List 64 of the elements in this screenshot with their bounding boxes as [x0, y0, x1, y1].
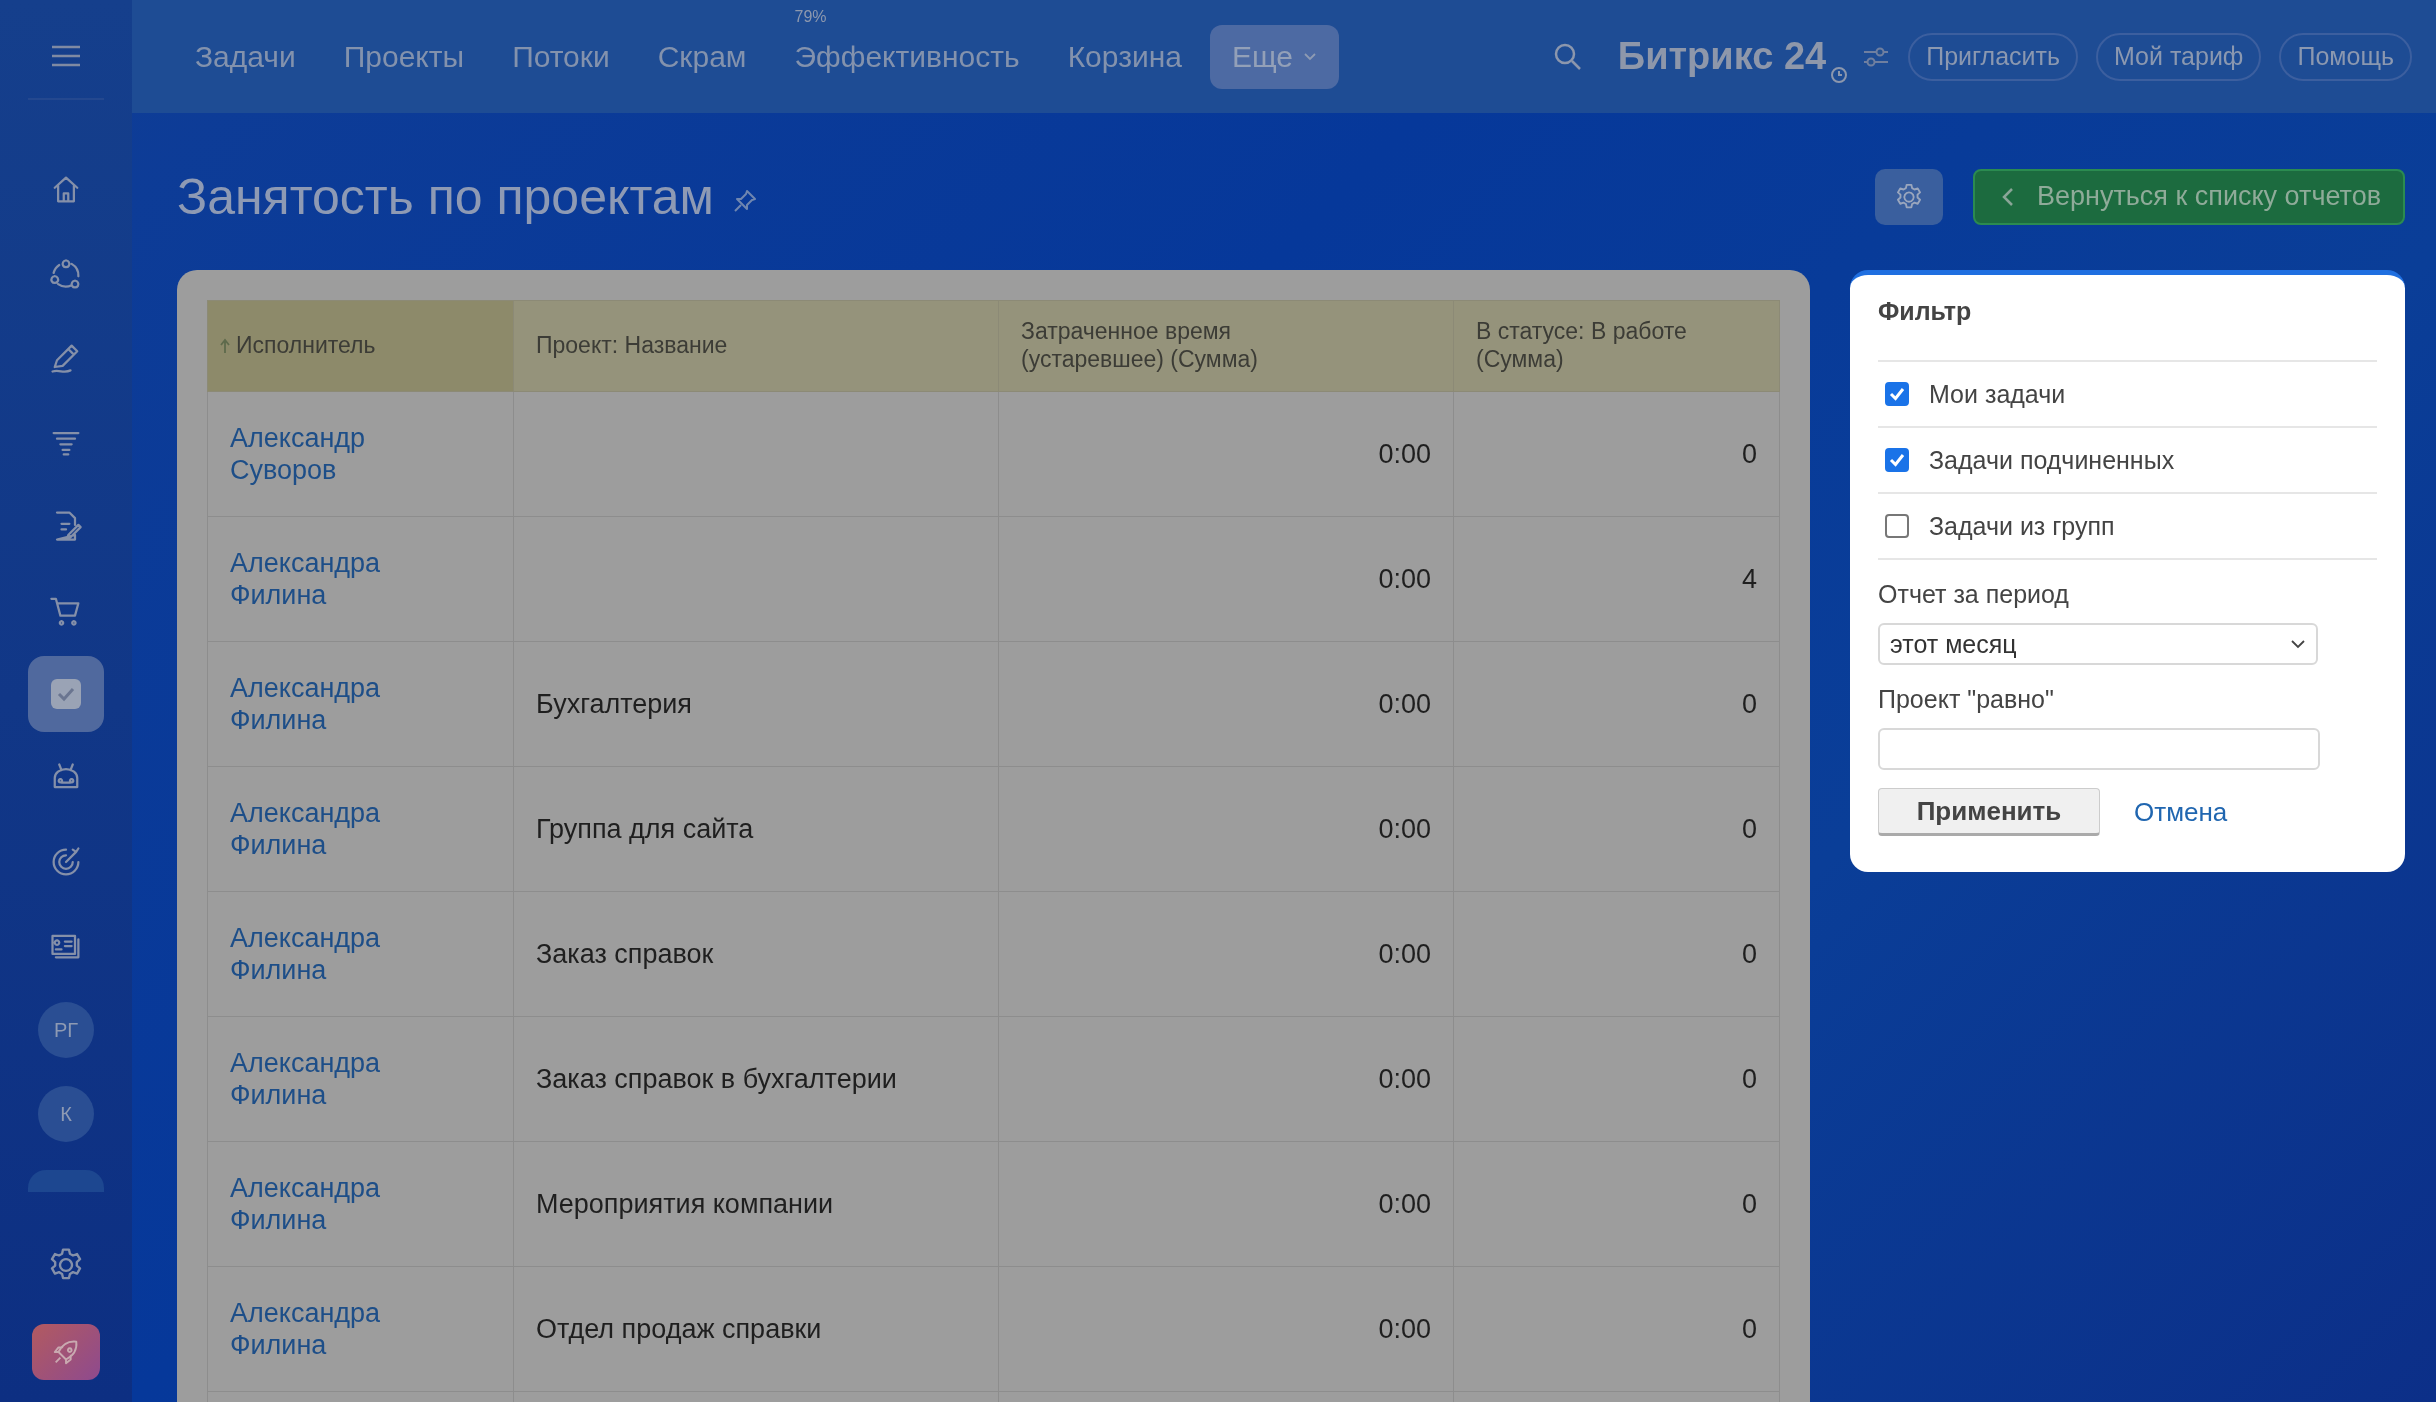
project-name: Бухгалтерия [536, 688, 692, 719]
count-value: 4 [1741, 563, 1757, 594]
menu-icon[interactable] [50, 44, 82, 68]
project-name: Заказ справок [536, 938, 714, 969]
apply-button[interactable]: Применить [1878, 788, 2100, 836]
logo: Битрикс 24 [1617, 35, 1827, 78]
project-name: Мероприятия компании [536, 1188, 834, 1219]
more-menu-button[interactable]: Еще [1209, 24, 1339, 89]
column-header[interactable]: Затраченное время (устаревшее) (Сумма) [998, 300, 1454, 392]
nav-tab[interactable]: Корзина [1067, 39, 1182, 74]
checkbox-label[interactable]: Мои задачи [1929, 379, 2066, 409]
project-name: Группа для сайта [536, 813, 754, 844]
chevron-down-icon [1302, 51, 1317, 62]
column-header[interactable]: Исполнитель [207, 300, 514, 392]
filter-title: Фильтр [1878, 297, 1973, 326]
checkbox-label[interactable]: Задачи из групп [1929, 511, 2115, 541]
back-button[interactable]: Вернуться к списку отчетов [1972, 168, 2405, 225]
project-name: Отдел продаж справки [536, 1313, 822, 1344]
time-value: 0:00 [1378, 688, 1431, 719]
project-input[interactable] [1878, 728, 2320, 770]
checkbox-icon [49, 677, 83, 711]
settings-button[interactable] [1874, 168, 1943, 225]
count-value: 0 [1741, 438, 1757, 469]
rocket-button[interactable] [32, 1324, 100, 1380]
column-header[interactable]: Проект: Название [513, 300, 999, 392]
nav-counter: 79% [794, 7, 827, 26]
tasks-nav-item[interactable] [28, 656, 104, 732]
time-value: 0:00 [1378, 563, 1431, 594]
time-value: 0:00 [1378, 438, 1431, 469]
count-value: 0 [1741, 938, 1757, 969]
header-button[interactable]: Пригласить [1908, 32, 2078, 81]
count-value: 0 [1741, 1188, 1757, 1219]
count-value: 0 [1741, 1313, 1757, 1344]
count-value: 0 [1741, 813, 1757, 844]
project-name: Заказ справок в бухгалтерии [536, 1063, 897, 1094]
period-label: Отчет за период [1878, 580, 2070, 609]
nav-tab[interactable]: Задачи [195, 39, 296, 74]
avatar[interactable]: К [38, 1086, 94, 1142]
avatar[interactable]: РГ [38, 1002, 94, 1058]
time-value: 0:00 [1378, 1063, 1431, 1094]
period-select[interactable]: этот месяц [1878, 623, 2318, 665]
nav-tab[interactable]: Проекты [343, 39, 465, 74]
project-label: Проект "равно" [1878, 685, 2055, 714]
time-value: 0:00 [1378, 1313, 1431, 1344]
nav-tab[interactable]: Потоки [512, 39, 610, 74]
checkbox-label[interactable]: Задачи подчиненных [1929, 445, 2175, 475]
sort-arrow-icon [220, 338, 230, 354]
header-button[interactable]: Мой тариф [2096, 32, 2262, 81]
nav-tab[interactable]: Скрам [657, 39, 747, 74]
column-header[interactable]: В статусе: В работе (Сумма) [1453, 300, 1780, 392]
page-title: Занятость по проектам [177, 167, 714, 226]
time-value: 0:00 [1378, 813, 1431, 844]
time-value: 0:00 [1378, 1188, 1431, 1219]
time-value: 0:00 [1378, 938, 1431, 969]
checkbox[interactable] [1885, 448, 1909, 472]
cancel-link[interactable]: Отмена [2134, 796, 2228, 828]
count-value: 0 [1741, 688, 1757, 719]
checkbox[interactable] [1885, 382, 1909, 406]
checkbox[interactable] [1885, 514, 1909, 538]
header-button[interactable]: Помощь [2279, 32, 2412, 81]
clock-icon [1830, 65, 1849, 84]
chevron-down-icon [2290, 639, 2306, 649]
count-value: 0 [1741, 1063, 1757, 1094]
chevron-left-icon [2000, 185, 2015, 208]
